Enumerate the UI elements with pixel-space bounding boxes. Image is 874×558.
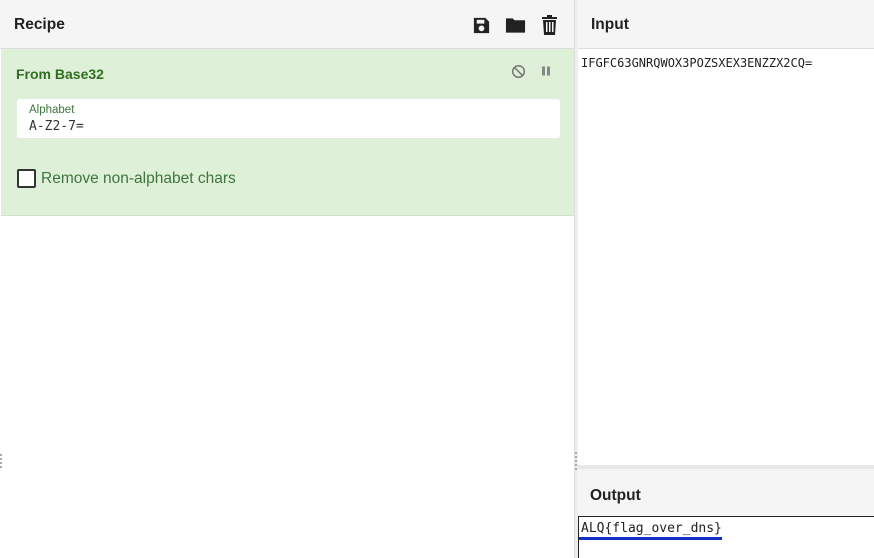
save-icon[interactable] <box>470 14 492 36</box>
input-area[interactable]: IFGFC63GNRQWOX3POZSXEX3ENZZX2CQ= <box>578 49 874 465</box>
output-title: Output <box>590 487 641 504</box>
folder-icon[interactable] <box>504 14 526 36</box>
operation-from-base32[interactable]: From Base32 Alphabet A-Z2-7= Remove non-… <box>1 49 574 216</box>
recipe-header: Recipe <box>0 0 574 49</box>
alphabet-label: Alphabet <box>29 104 75 116</box>
input-header: Input <box>578 0 874 49</box>
alphabet-field[interactable]: Alphabet A-Z2-7= <box>17 99 560 139</box>
remove-non-alphabet-label: Remove non-alphabet chars <box>41 169 236 187</box>
output-header: Output <box>578 469 874 517</box>
input-title: Input <box>591 16 629 33</box>
operation-controls <box>510 63 554 79</box>
operation-title: From Base32 <box>16 66 104 82</box>
trash-icon[interactable] <box>538 14 560 36</box>
output-area[interactable]: ALQ{flag_over_dns} <box>578 517 874 558</box>
alphabet-input[interactable]: A-Z2-7= <box>29 119 84 134</box>
input-text[interactable]: IFGFC63GNRQWOX3POZSXEX3ENZZX2CQ= <box>578 49 874 70</box>
recipe-title: Recipe <box>14 16 65 33</box>
remove-non-alphabet-checkbox[interactable] <box>17 169 36 188</box>
output-pane: Output ALQ{flag_over_dns} <box>578 469 874 558</box>
disable-icon[interactable] <box>510 63 526 79</box>
remove-non-alphabet-option[interactable]: Remove non-alphabet chars <box>17 169 236 188</box>
io-pane: Input IFGFC63GNRQWOX3POZSXEX3ENZZX2CQ= <box>578 0 874 465</box>
recipe-toolbar <box>470 14 560 36</box>
pause-icon[interactable] <box>538 63 554 79</box>
recipe-pane: Recipe From Base32 Alphabet A-Z2-7= Remo… <box>0 0 575 558</box>
output-text[interactable]: ALQ{flag_over_dns} <box>579 517 722 540</box>
